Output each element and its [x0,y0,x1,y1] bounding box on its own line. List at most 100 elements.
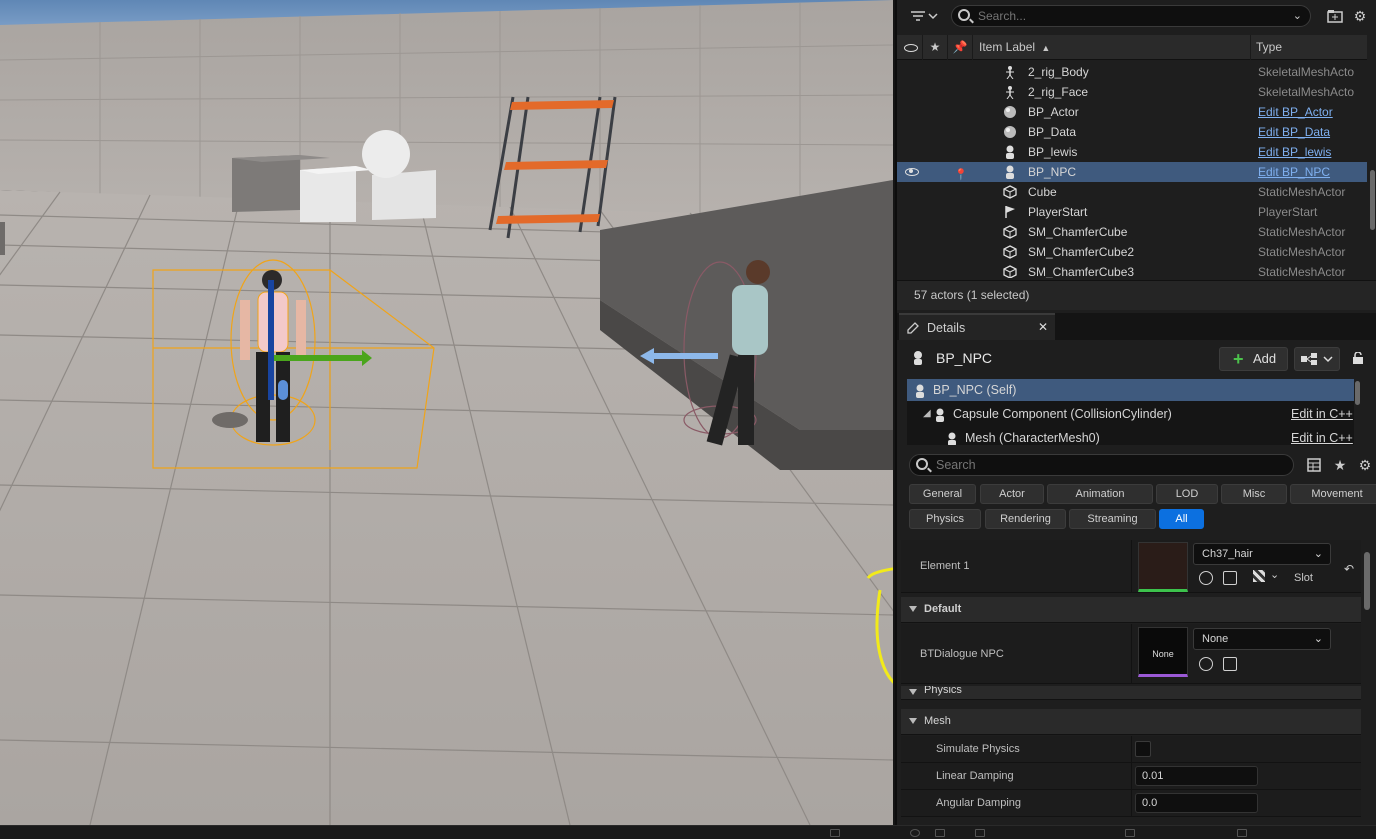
category-physics[interactable]: Physics [901,686,1361,700]
type-column[interactable]: Type [1251,35,1367,60]
add-folder-icon[interactable] [1327,8,1343,24]
scrollbar-thumb[interactable] [1370,170,1375,230]
toolbar-icon[interactable] [1125,829,1135,837]
add-component-button[interactable]: + Add [1219,347,1288,371]
btdialogue-npc-dropdown[interactable]: None ⌄ [1193,628,1331,650]
category-physics-title: Physics [924,686,962,696]
outliner-row-type[interactable]: Edit BP_lewis [1258,142,1364,162]
item-label-column[interactable]: Item Label ▲ [973,35,1251,60]
simulate-physics-checkbox[interactable] [1135,741,1151,757]
outliner-row[interactable]: Cube StaticMeshActor [897,182,1367,202]
asset-thumbnail-text: None [1152,649,1174,659]
outliner-search-input[interactable] [978,8,1278,24]
outliner-search[interactable]: ⌄ [951,5,1311,27]
expand-arrow-icon[interactable]: ◢ [923,403,931,425]
pawn-icon [914,351,922,365]
checker-icon[interactable] [1253,570,1265,582]
reset-to-default-icon[interactable]: ↶ [1344,562,1354,576]
outliner-row[interactable]: 2_rig_Body SkeletalMeshActo [897,62,1367,82]
material-dropdown[interactable]: Ch37_hair ⌄ [1193,543,1331,565]
category-button-misc[interactable]: Misc [1221,484,1287,504]
outliner-row[interactable]: BP_lewis Edit BP_lewis [897,142,1367,162]
outliner-row[interactable]: 📍 BP_NPC Edit BP_NPC [897,162,1367,182]
category-button-animation[interactable]: Animation [1047,484,1153,504]
viewport-scene[interactable] [0,0,893,825]
browse-asset-icon[interactable] [1223,657,1237,671]
category-mesh[interactable]: Mesh [901,709,1361,735]
toolbar-icon[interactable] [910,829,920,837]
component-row[interactable]: Mesh (CharacterMesh0) Edit in C++ [907,427,1354,445]
outliner-row[interactable]: BP_Data Edit BP_Data [897,122,1367,142]
close-icon[interactable]: ✕ [1038,320,1048,334]
component-label: BP_NPC (Self) [933,383,1017,397]
star-icon[interactable]: ★ [1332,457,1348,473]
category-button-lod[interactable]: LOD [1156,484,1218,504]
details-search-input[interactable] [936,457,1276,473]
component-scrollbar[interactable] [1355,381,1360,405]
outliner-row-label: SM_ChamferCube2 [1028,245,1135,259]
lock-icon[interactable] [1352,352,1364,364]
outliner-row[interactable]: 2_rig_Face SkeletalMeshActo [897,82,1367,102]
tab-details[interactable]: Details ✕ [899,313,1055,340]
outliner-row-label: SM_ChamferCube [1028,225,1128,239]
asset-thumbnail[interactable]: None [1138,627,1188,677]
browse-asset-icon[interactable] [1223,571,1237,585]
category-button-movement[interactable]: Movement [1290,484,1376,504]
pin-icon[interactable]: 📌 [948,35,973,60]
category-button-physics[interactable]: Physics [909,509,981,529]
table-view-icon[interactable] [1306,457,1322,473]
category-button-all[interactable]: All [1159,509,1204,529]
component-label: Mesh (CharacterMesh0) [965,431,1100,445]
linear-damping-label: Linear Damping [936,770,1014,782]
category-button-rendering[interactable]: Rendering [985,509,1066,529]
eye-icon[interactable] [905,168,919,176]
star-icon[interactable]: ★ [923,35,948,60]
outliner-row[interactable]: SM_ChamferCube2 StaticMeshActor [897,242,1367,262]
use-selected-icon[interactable] [1199,657,1213,671]
toolbar-icon[interactable] [830,829,840,837]
outliner-row[interactable]: BP_Actor Edit BP_Actor [897,102,1367,122]
outliner-row-label: BP_lewis [1028,145,1078,159]
collapse-arrow-icon [909,718,917,724]
outliner-row-type[interactable]: Edit BP_Actor [1258,102,1364,122]
angular-damping-field[interactable]: 0.0 [1135,793,1258,813]
outliner-scrollbar[interactable] [1367,62,1376,278]
simulate-physics-row: Simulate Physics [901,736,1361,763]
details-scrollbar[interactable] [1364,552,1370,610]
toolbar-icon[interactable] [1237,829,1247,837]
details-search[interactable] [909,454,1294,476]
edit-in-cpp-link[interactable]: Edit in C++ [1291,427,1353,445]
toolbar-icon[interactable] [975,829,985,837]
gear-icon[interactable]: ⚙ [1352,8,1368,24]
toolbar-icon[interactable] [935,829,945,837]
category-button-general[interactable]: General [909,484,976,504]
visibility-column[interactable] [897,35,923,60]
skeleton-icon [1003,65,1017,80]
category-button-actor[interactable]: Actor [980,484,1044,504]
category-default[interactable]: Default [901,597,1361,623]
outliner-row[interactable]: SM_ChamferCube3 StaticMeshActor [897,262,1367,278]
outliner-row-label: 2_rig_Body [1028,65,1089,79]
component-row[interactable]: ◢ Capsule Component (CollisionCylinder) Ed… [907,403,1354,425]
chevron-down-icon: ⌄ [1313,548,1323,560]
chevron-down-icon[interactable]: ⌄ [1293,9,1302,22]
filter-icon [911,11,938,21]
blueprint-options-button[interactable] [1294,347,1340,371]
chevron-down-icon[interactable]: ⌄ [1270,568,1279,581]
component-row[interactable]: BP_NPC (Self) [907,379,1354,401]
pawn-icon [1003,165,1017,179]
outliner-row-type[interactable]: Edit BP_NPC [1258,162,1364,182]
linear-damping-field[interactable]: 0.01 [1135,766,1258,786]
outliner-row[interactable]: SM_ChamferCube StaticMeshActor [897,222,1367,242]
outliner-row[interactable]: PlayerStart PlayerStart [897,202,1367,222]
filter-button[interactable] [909,8,943,26]
material-thumbnail[interactable] [1138,542,1188,592]
outliner-footer: 57 actors (1 selected) [897,280,1376,310]
level-viewport[interactable] [0,0,893,825]
outliner-row-type[interactable]: Edit BP_Data [1258,122,1364,142]
gear-icon[interactable]: ⚙ [1357,457,1373,473]
element-1-row: Element 1 Ch37_hair ⌄ ⌄ Slot [901,540,1361,593]
category-button-streaming[interactable]: Streaming [1069,509,1156,529]
edit-in-cpp-link[interactable]: Edit in C++ [1291,403,1353,425]
use-selected-icon[interactable] [1199,571,1213,585]
